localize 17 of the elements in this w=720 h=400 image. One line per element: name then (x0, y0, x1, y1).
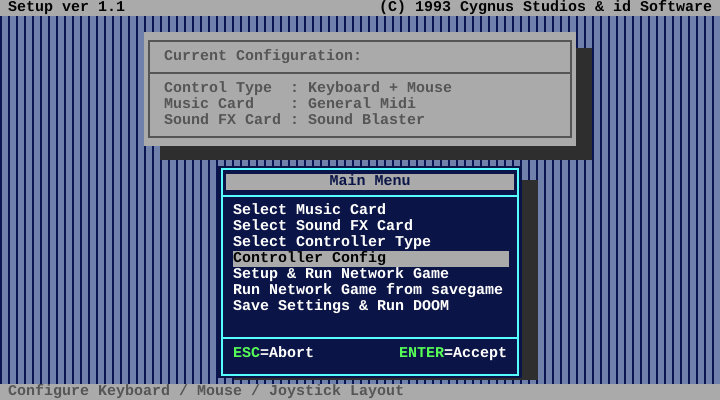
config-row: Control Type : Keyboard + Mouse (164, 80, 452, 97)
menu-title: Main Menu (226, 174, 514, 190)
menu-item[interactable]: Run Network Game from savegame (233, 283, 509, 299)
key-hint: ESC=Abort (233, 346, 314, 362)
config-row: Sound FX Card : Sound Blaster (164, 112, 426, 129)
config-row: Music Card : General Midi (164, 96, 416, 113)
menu-item[interactable]: Select Music Card (233, 203, 509, 219)
menu-item[interactable]: Setup & Run Network Game (233, 267, 509, 283)
menu-item[interactable]: Select Sound FX Card (233, 219, 509, 235)
status-text: Configure Keyboard / Mouse / Joystick Layout (7, 384, 406, 400)
copyright-text: (C) 1993 Cygnus Studios & id Software (378, 0, 713, 16)
menu-item[interactable]: Select Controller Type (233, 235, 509, 251)
menu-item[interactable]: Save Settings & Run DOOM (233, 299, 509, 315)
key-hint: ENTER=Accept (398, 346, 507, 362)
menu-item[interactable]: Controller Config (233, 251, 509, 267)
config-title: Current Configuration: (164, 48, 362, 65)
app-title: Setup ver 1.1 (7, 0, 126, 16)
